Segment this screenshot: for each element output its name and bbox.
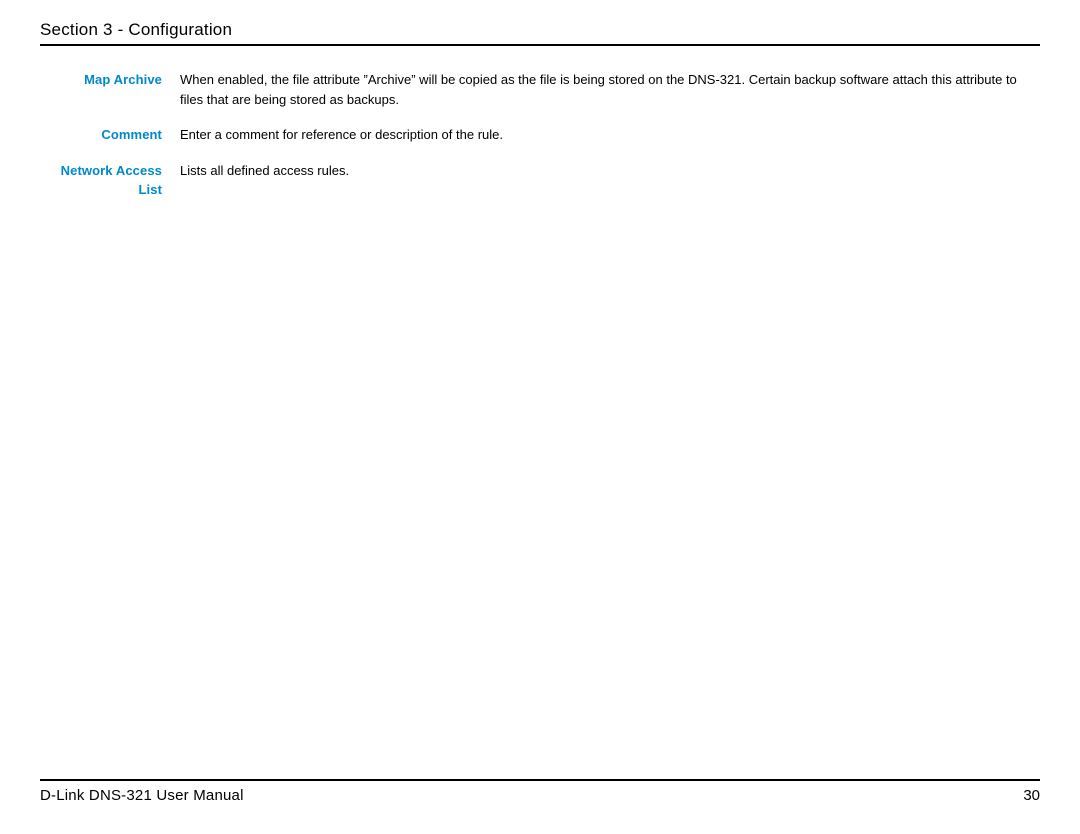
definition-label-comment: Comment <box>40 125 180 145</box>
definition-description: Lists all defined access rules. <box>180 161 1040 181</box>
header-divider <box>40 44 1040 46</box>
definition-row: Comment Enter a comment for reference or… <box>40 125 1040 145</box>
footer-divider <box>40 779 1040 781</box>
definition-label-network-access-list: Network Access List <box>40 161 180 200</box>
definition-description: Enter a comment for reference or descrip… <box>180 125 1040 145</box>
manual-title: D-Link DNS-321 User Manual <box>40 787 244 804</box>
footer-row: D-Link DNS-321 User Manual 30 <box>40 787 1040 804</box>
page-number: 30 <box>1023 787 1040 804</box>
definition-row: Map Archive When enabled, the file attri… <box>40 70 1040 109</box>
content-area: Map Archive When enabled, the file attri… <box>40 52 1040 200</box>
definition-description: When enabled, the file attribute ”Archiv… <box>180 70 1040 109</box>
page-footer: D-Link DNS-321 User Manual 30 <box>40 779 1040 804</box>
definition-label-map-archive: Map Archive <box>40 70 180 90</box>
section-title: Section 3 - Configuration <box>40 20 1040 40</box>
page-header: Section 3 - Configuration <box>40 20 1040 46</box>
definition-row: Network Access List Lists all defined ac… <box>40 161 1040 200</box>
